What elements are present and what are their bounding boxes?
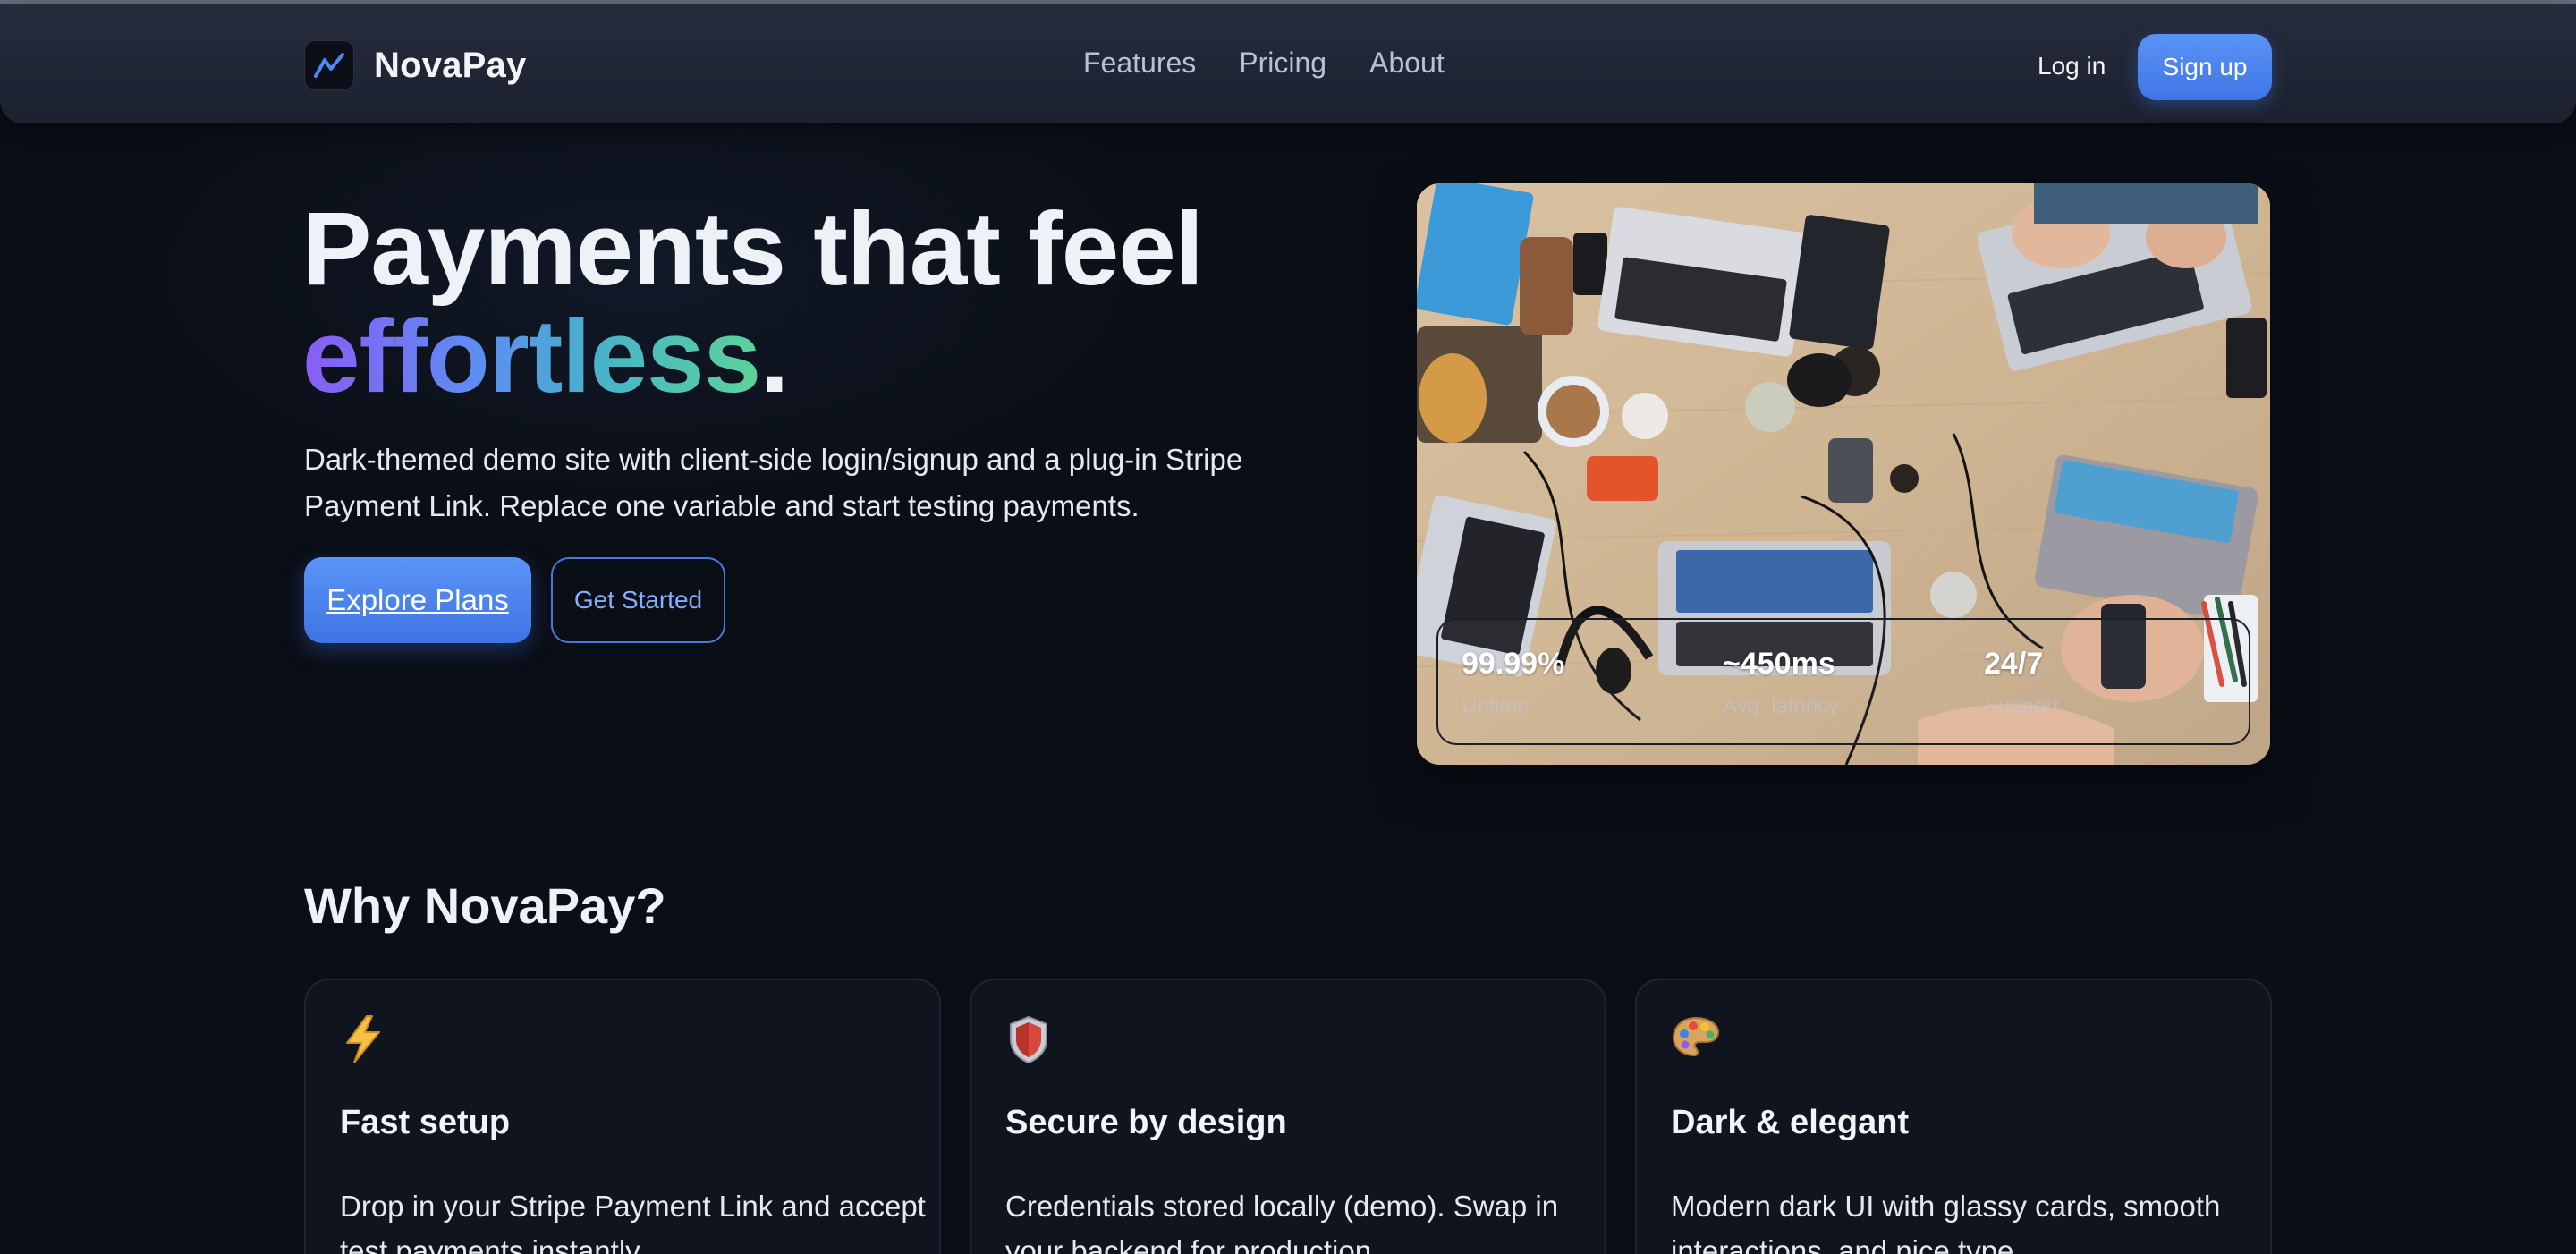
palette-icon (1671, 1014, 1720, 1064)
card-title: Dark & elegant (1671, 1104, 1910, 1141)
brand[interactable]: NovaPay (304, 39, 526, 91)
stat-label: Avg. latency (1723, 694, 1840, 718)
nav-link-pricing[interactable]: Pricing (1239, 47, 1326, 80)
nav-link-features[interactable]: Features (1083, 47, 1196, 80)
stat-label: Uptime (1462, 694, 1530, 718)
top-nav: NovaPay Features Pricing About Log in Si… (0, 4, 2576, 123)
nav-links: Features Pricing About (1083, 47, 1445, 80)
stats-overlay: 99.99% Uptime ~450ms Avg. latency 24/7 S… (1436, 618, 2250, 745)
brand-name: NovaPay (374, 45, 527, 85)
nav-link-about[interactable]: About (1369, 47, 1445, 80)
card-text: Credentials stored locally (demo). Swap … (1005, 1190, 1559, 1254)
stat-uptime: 99.99% Uptime (1462, 647, 1564, 719)
explore-plans-button[interactable]: Explore Plans (304, 557, 531, 643)
hero-title-line1: Payments that feel (302, 191, 1204, 307)
features-title: Why NovaPay? (304, 877, 666, 934)
stat-label: Support (1984, 694, 2060, 718)
hero-title-accent: effortless (302, 298, 761, 414)
card-title: Secure by design (1005, 1104, 1287, 1141)
login-link[interactable]: Log in (2038, 52, 2106, 80)
hero-image-card: 99.99% Uptime ~450ms Avg. latency 24/7 S… (1417, 183, 2270, 765)
card-text: Drop in your Stripe Payment Link and acc… (340, 1190, 926, 1254)
stat-value: 24/7 (1984, 647, 2044, 681)
stat-value: ~450ms (1723, 647, 1835, 681)
card-title: Fast setup (340, 1104, 511, 1141)
feature-card-secure: Secure by design Credentials stored loca… (970, 979, 1606, 1254)
hero-title: Payments that feel effortless. (302, 195, 1465, 410)
hero-lead: Dark-themed demo site with client-side l… (304, 443, 1243, 522)
feature-card-dark-elegant: Dark & elegant Modern dark UI with glass… (1635, 979, 2272, 1254)
signup-button[interactable]: Sign up (2138, 34, 2272, 100)
shield-icon (1005, 1014, 1052, 1064)
feature-card-fast-setup: Fast setup Drop in your Stripe Payment L… (304, 979, 941, 1254)
stat-latency: ~450ms Avg. latency (1723, 647, 1839, 719)
card-text: Modern dark UI with glassy cards, smooth… (1671, 1190, 2221, 1254)
lightning-icon (340, 1014, 386, 1064)
stat-value: 99.99% (1462, 647, 1565, 681)
get-started-button[interactable]: Get Started (551, 557, 725, 643)
stat-support: 24/7 Support (1984, 647, 2059, 719)
hero-title-period: . (760, 298, 789, 414)
logo-icon (304, 40, 354, 90)
